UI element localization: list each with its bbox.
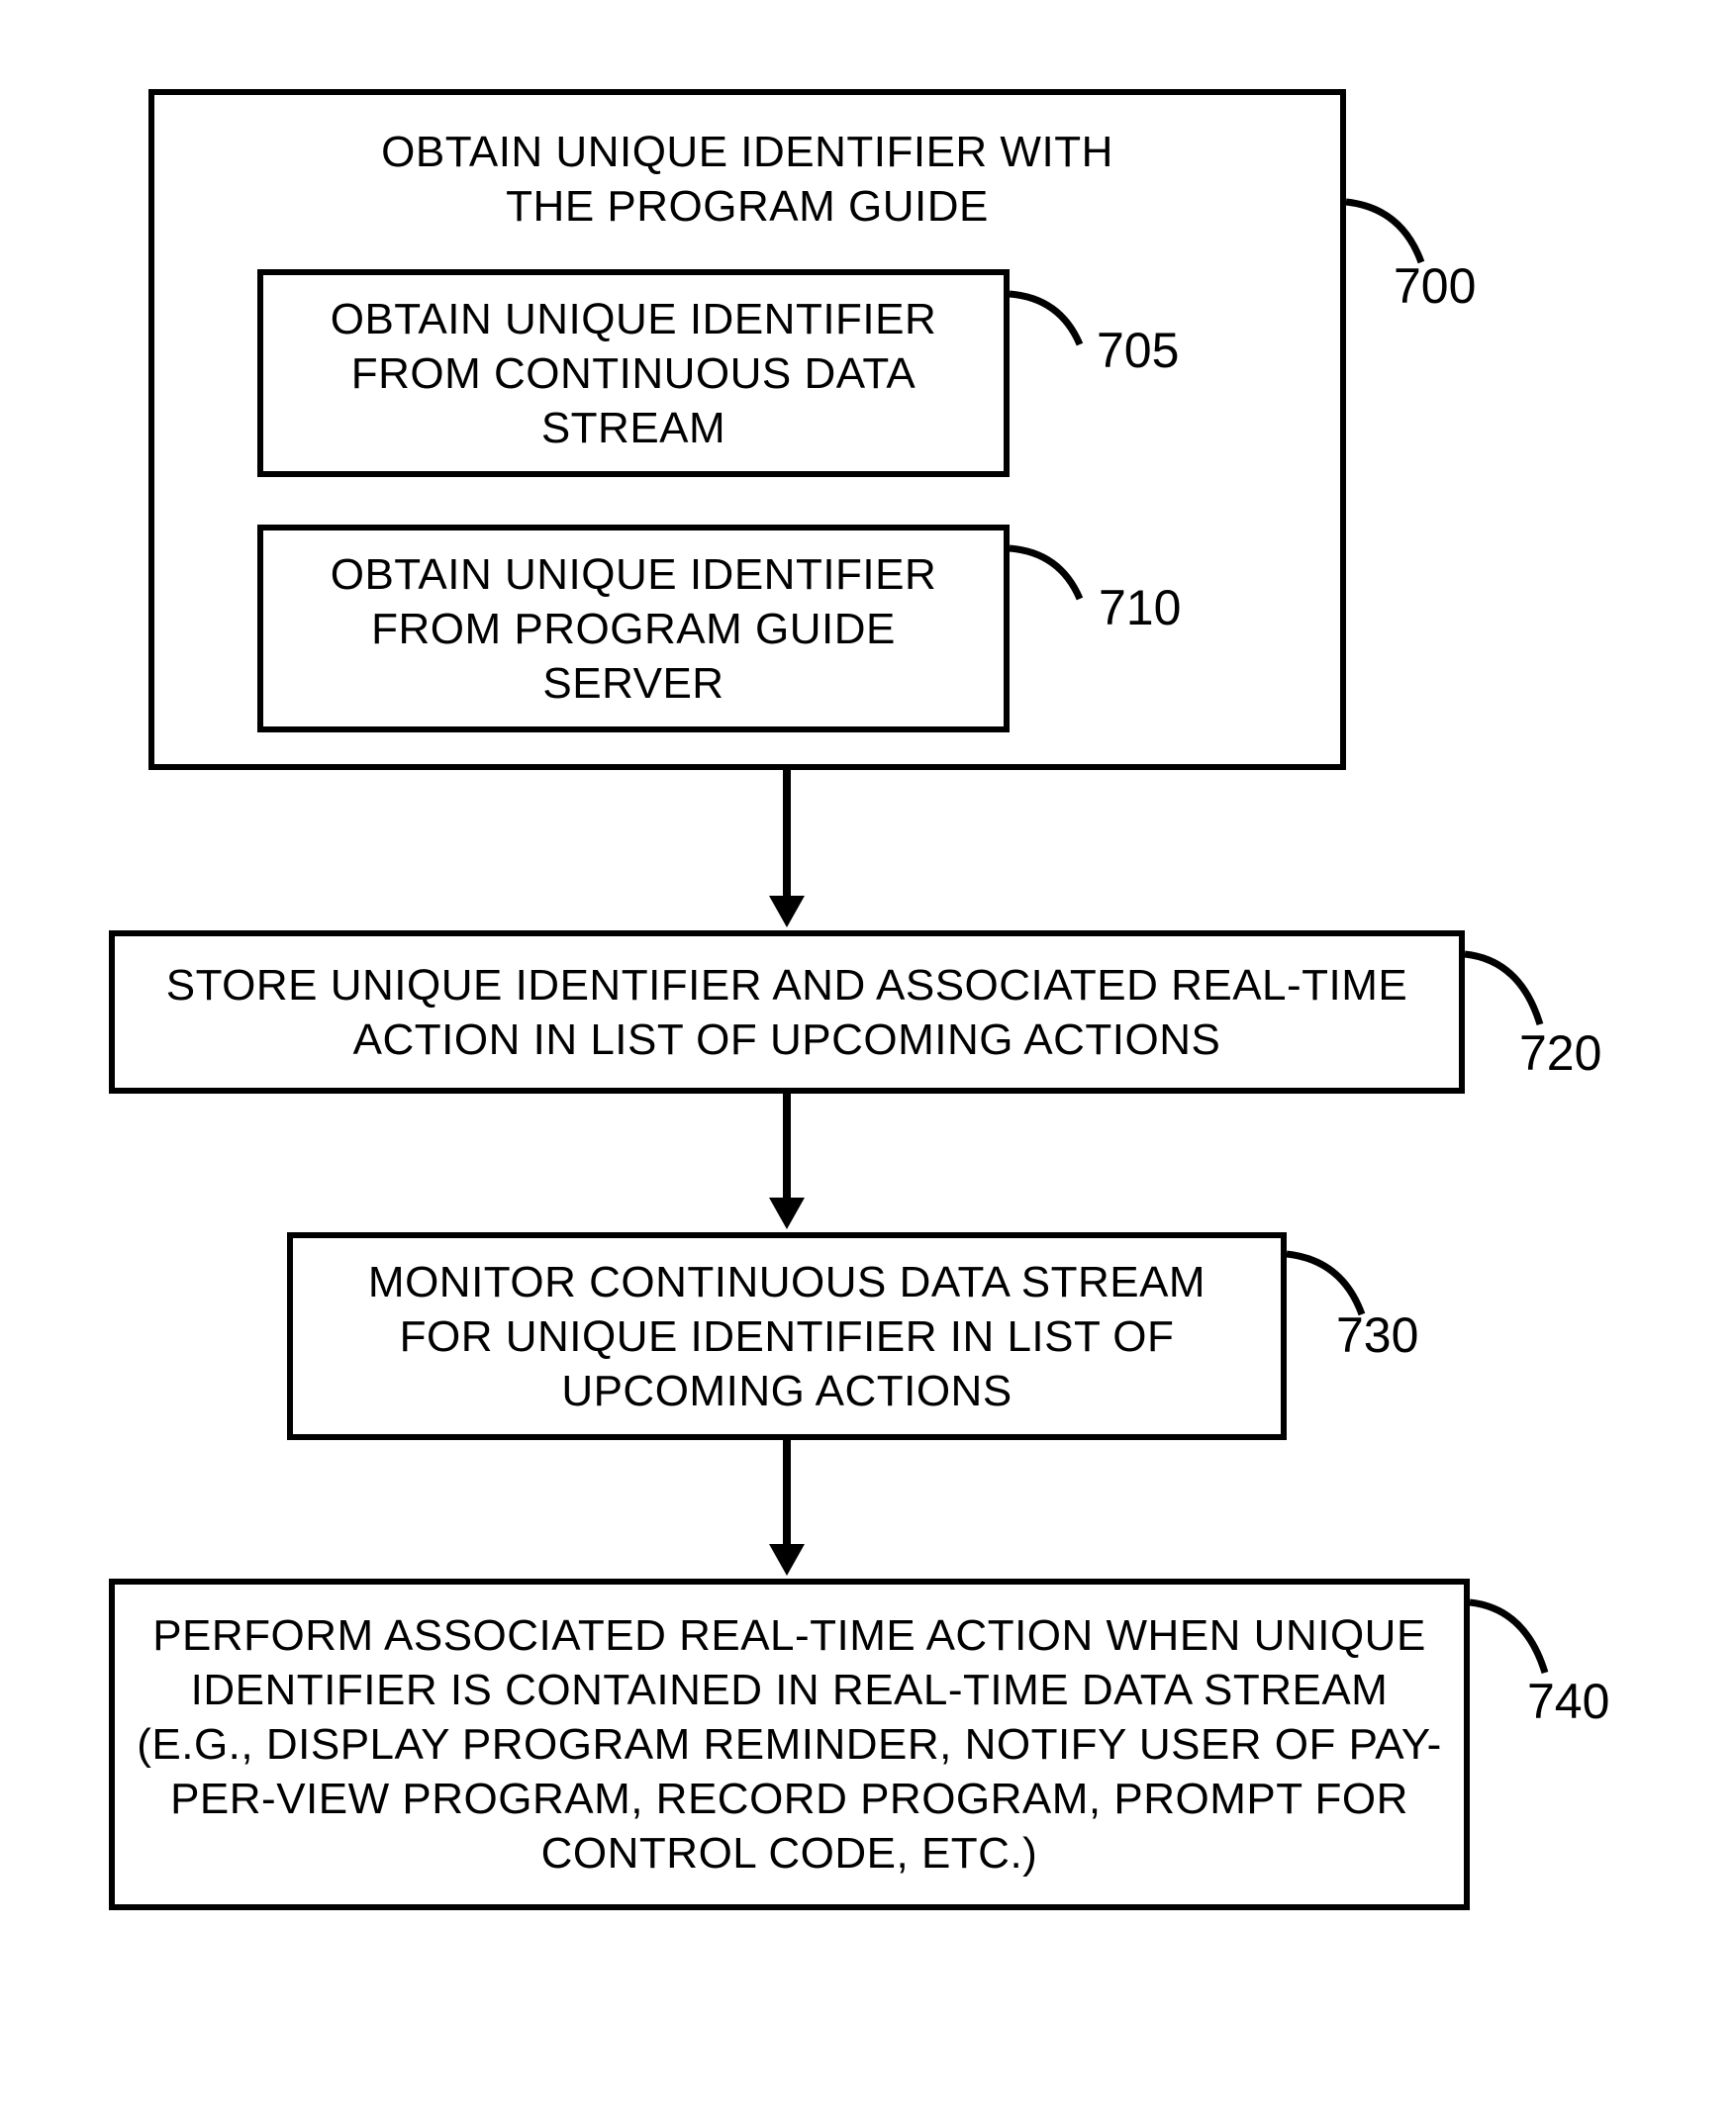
arrow-730-to-740 bbox=[783, 1440, 791, 1547]
label-700: 700 bbox=[1394, 257, 1476, 315]
label-705: 705 bbox=[1097, 322, 1179, 379]
label-720: 720 bbox=[1519, 1024, 1601, 1082]
box-720-text: STORE UNIQUE IDENTIFIER AND ASSOCIATED R… bbox=[134, 958, 1440, 1067]
flow-box-705: OBTAIN UNIQUE IDENTIFIER FROM CONTINUOUS… bbox=[257, 269, 1010, 477]
box-700-title: OBTAIN UNIQUE IDENTIFIER WITH THE PROGRA… bbox=[376, 125, 1118, 234]
flow-box-710: OBTAIN UNIQUE IDENTIFIER FROM PROGRAM GU… bbox=[257, 525, 1010, 732]
box-705-text: OBTAIN UNIQUE IDENTIFIER FROM CONTINUOUS… bbox=[287, 292, 980, 455]
label-740: 740 bbox=[1527, 1673, 1609, 1730]
box-730-text: MONITOR CONTINUOUS DATA STREAM FOR UNIQU… bbox=[327, 1255, 1247, 1418]
arrow-head-720-to-730 bbox=[769, 1198, 805, 1229]
box-710-text: OBTAIN UNIQUE IDENTIFIER FROM PROGRAM GU… bbox=[287, 547, 980, 711]
arrow-700-to-720 bbox=[783, 770, 791, 899]
box-740-text: PERFORM ASSOCIATED REAL-TIME ACTION WHEN… bbox=[132, 1608, 1448, 1881]
label-730: 730 bbox=[1336, 1306, 1418, 1364]
arrow-720-to-730 bbox=[783, 1094, 791, 1201]
flow-box-720: STORE UNIQUE IDENTIFIER AND ASSOCIATED R… bbox=[109, 930, 1465, 1094]
flow-box-740: PERFORM ASSOCIATED REAL-TIME ACTION WHEN… bbox=[109, 1579, 1470, 1910]
label-710: 710 bbox=[1099, 579, 1181, 636]
flow-box-730: MONITOR CONTINUOUS DATA STREAM FOR UNIQU… bbox=[287, 1232, 1287, 1440]
arrow-head-700-to-720 bbox=[769, 896, 805, 927]
arrow-head-730-to-740 bbox=[769, 1544, 805, 1576]
